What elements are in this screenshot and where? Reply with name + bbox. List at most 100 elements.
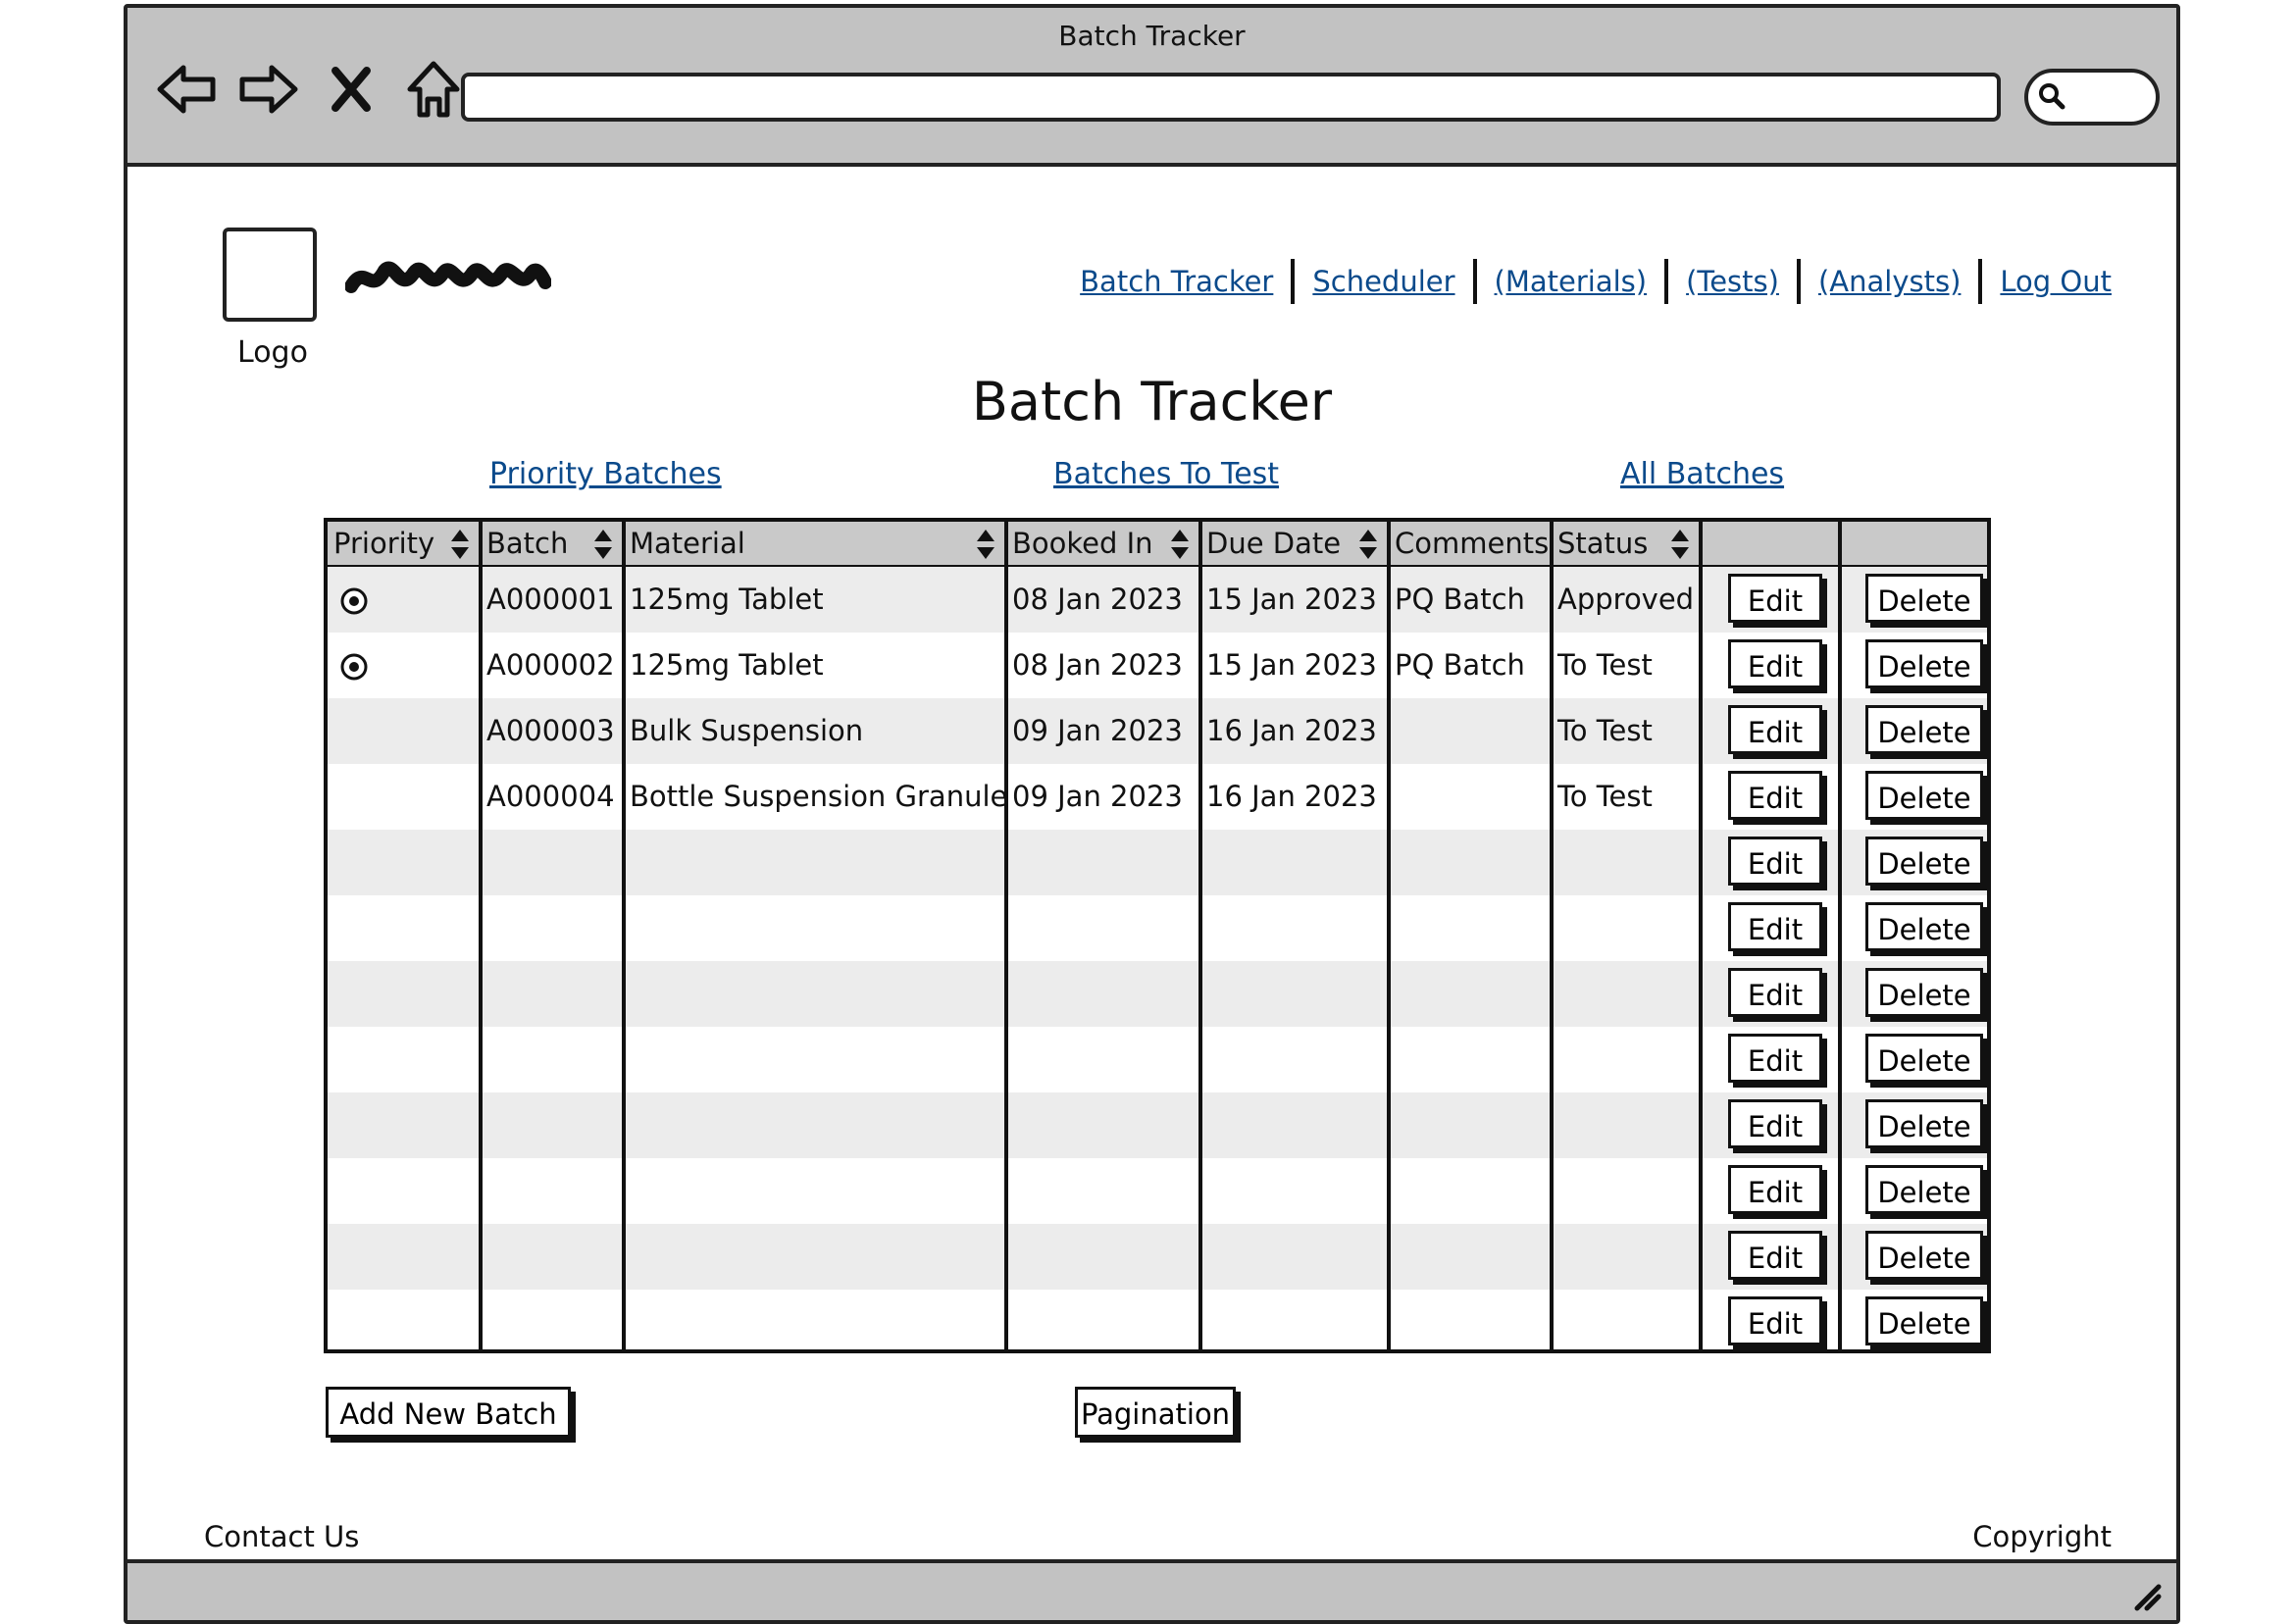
nav-log-out[interactable]: Log Out	[2000, 265, 2112, 298]
table-row: A000004 Bottle Suspension Granule 09 Jan 2…	[328, 764, 1987, 830]
nav-materials[interactable]: (Materials)	[1495, 265, 1648, 298]
delete-button[interactable]: Delete	[1865, 1231, 1983, 1280]
edit-button[interactable]: Edit	[1728, 1296, 1822, 1345]
cell-booked-in: 09 Jan 2023	[1012, 780, 1183, 813]
cell-due-date	[1200, 1290, 1389, 1349]
table-header: Priority Batch Material Booked In Due Da…	[328, 522, 1987, 567]
column-header-batch[interactable]: Batch	[481, 522, 624, 565]
delete-button[interactable]: Delete	[1865, 1296, 1983, 1345]
table-row: Edit Delete	[328, 1290, 1987, 1349]
column-header-material[interactable]: Material	[624, 522, 1006, 565]
home-icon[interactable]	[402, 58, 465, 121]
cell-due-date	[1200, 1092, 1389, 1158]
column-label: Status	[1557, 527, 1649, 560]
cell-due-date	[1200, 895, 1389, 961]
cell-material: 125mg Tablet	[630, 648, 824, 682]
stop-icon[interactable]	[320, 58, 382, 121]
edit-button[interactable]: Edit	[1728, 1231, 1822, 1280]
column-header-comments: Comments	[1389, 522, 1552, 565]
priority-batches-link[interactable]: Priority Batches	[489, 457, 722, 491]
cell-status	[1552, 1092, 1701, 1158]
column-header-status[interactable]: Status	[1552, 522, 1701, 565]
column-header-due-date[interactable]: Due Date	[1200, 522, 1389, 565]
table-row: A000001 125mg Tablet 08 Jan 2023 15 Jan 202…	[328, 567, 1987, 633]
edit-button[interactable]: Edit	[1728, 639, 1822, 688]
delete-button[interactable]: Delete	[1865, 902, 1983, 951]
table-row: Edit Delete	[328, 1224, 1987, 1290]
nav-tests[interactable]: (Tests)	[1686, 265, 1779, 298]
address-bar[interactable]	[461, 73, 2001, 122]
cell-due-date	[1200, 1158, 1389, 1224]
delete-button[interactable]: Delete	[1865, 968, 1983, 1017]
batch-table: Priority Batch Material Booked In Due Da…	[324, 518, 1991, 1353]
sort-icon[interactable]	[1169, 528, 1191, 561]
column-label: Batch	[486, 527, 569, 560]
browser-window: Batch Tracker Logo Batch Tracker Schedul…	[124, 4, 2180, 1624]
cell-batch: A000002	[486, 648, 615, 682]
sort-icon[interactable]	[1669, 528, 1691, 561]
column-header-booked-in[interactable]: Booked In	[1006, 522, 1200, 565]
sort-icon[interactable]	[592, 528, 614, 561]
contact-us-link[interactable]: Contact Us	[204, 1520, 359, 1553]
pagination-control[interactable]: Pagination	[1075, 1387, 1236, 1438]
cell-status	[1552, 961, 1701, 1027]
edit-button[interactable]: Edit	[1728, 1034, 1822, 1083]
column-divider	[622, 522, 626, 1349]
edit-button[interactable]: Edit	[1728, 902, 1822, 951]
cell-batch	[481, 1158, 624, 1224]
delete-button[interactable]: Delete	[1865, 1165, 1983, 1214]
cell-due-date: 16 Jan 2023	[1206, 714, 1377, 747]
column-divider	[1387, 522, 1391, 1349]
edit-button[interactable]: Edit	[1728, 837, 1822, 886]
nav-batch-tracker[interactable]: Batch Tracker	[1080, 265, 1273, 298]
delete-button[interactable]: Delete	[1865, 837, 1983, 886]
cell-booked-in	[1006, 1092, 1200, 1158]
delete-button[interactable]: Delete	[1865, 574, 1983, 623]
priority-radio-icon[interactable]	[339, 652, 369, 682]
edit-button[interactable]: Edit	[1728, 705, 1822, 754]
nav-separator	[1472, 259, 1477, 304]
cell-due-date	[1200, 1027, 1389, 1092]
edit-button[interactable]: Edit	[1728, 1099, 1822, 1148]
cell-booked-in	[1006, 1158, 1200, 1224]
priority-radio-icon[interactable]	[339, 586, 369, 616]
nav-analysts[interactable]: (Analysts)	[1818, 265, 1961, 298]
delete-button[interactable]: Delete	[1865, 705, 1983, 754]
copyright-text: Copyright	[1972, 1520, 2112, 1553]
table-row: Edit Delete	[328, 1092, 1987, 1158]
delete-button[interactable]: Delete	[1865, 1034, 1983, 1083]
edit-button[interactable]: Edit	[1728, 574, 1822, 623]
browser-search-field[interactable]	[2024, 69, 2160, 126]
all-batches-link[interactable]: All Batches	[1620, 457, 1784, 491]
cell-due-date	[1200, 1224, 1389, 1290]
cell-booked-in	[1006, 830, 1200, 895]
delete-button[interactable]: Delete	[1865, 1099, 1983, 1148]
column-header-priority[interactable]: Priority	[328, 522, 481, 565]
column-divider	[1198, 522, 1202, 1349]
edit-button[interactable]: Edit	[1728, 968, 1822, 1017]
sort-icon[interactable]	[1357, 528, 1379, 561]
edit-button[interactable]: Edit	[1728, 771, 1822, 820]
resize-grip-icon[interactable]	[2129, 1579, 2163, 1612]
back-icon[interactable]	[155, 58, 218, 121]
batches-to-test-link[interactable]: Batches To Test	[1053, 457, 1279, 491]
add-new-batch-button[interactable]: Add New Batch	[326, 1387, 571, 1438]
cell-material	[624, 1290, 1006, 1349]
delete-button[interactable]: Delete	[1865, 771, 1983, 820]
forward-icon[interactable]	[237, 58, 300, 121]
cell-status: To Test	[1557, 648, 1653, 682]
search-icon	[2039, 83, 2065, 110]
delete-button[interactable]: Delete	[1865, 639, 1983, 688]
sort-icon[interactable]	[975, 528, 996, 561]
column-divider	[1838, 522, 1842, 1349]
sort-icon[interactable]	[449, 528, 471, 561]
cell-batch	[481, 1224, 624, 1290]
cell-material	[624, 1027, 1006, 1092]
cell-comments	[1389, 830, 1552, 895]
cell-status	[1552, 1027, 1701, 1092]
cell-batch	[481, 1092, 624, 1158]
cell-booked-in	[1006, 1290, 1200, 1349]
nav-scheduler[interactable]: Scheduler	[1312, 265, 1454, 298]
edit-button[interactable]: Edit	[1728, 1165, 1822, 1214]
cell-material	[624, 1224, 1006, 1290]
